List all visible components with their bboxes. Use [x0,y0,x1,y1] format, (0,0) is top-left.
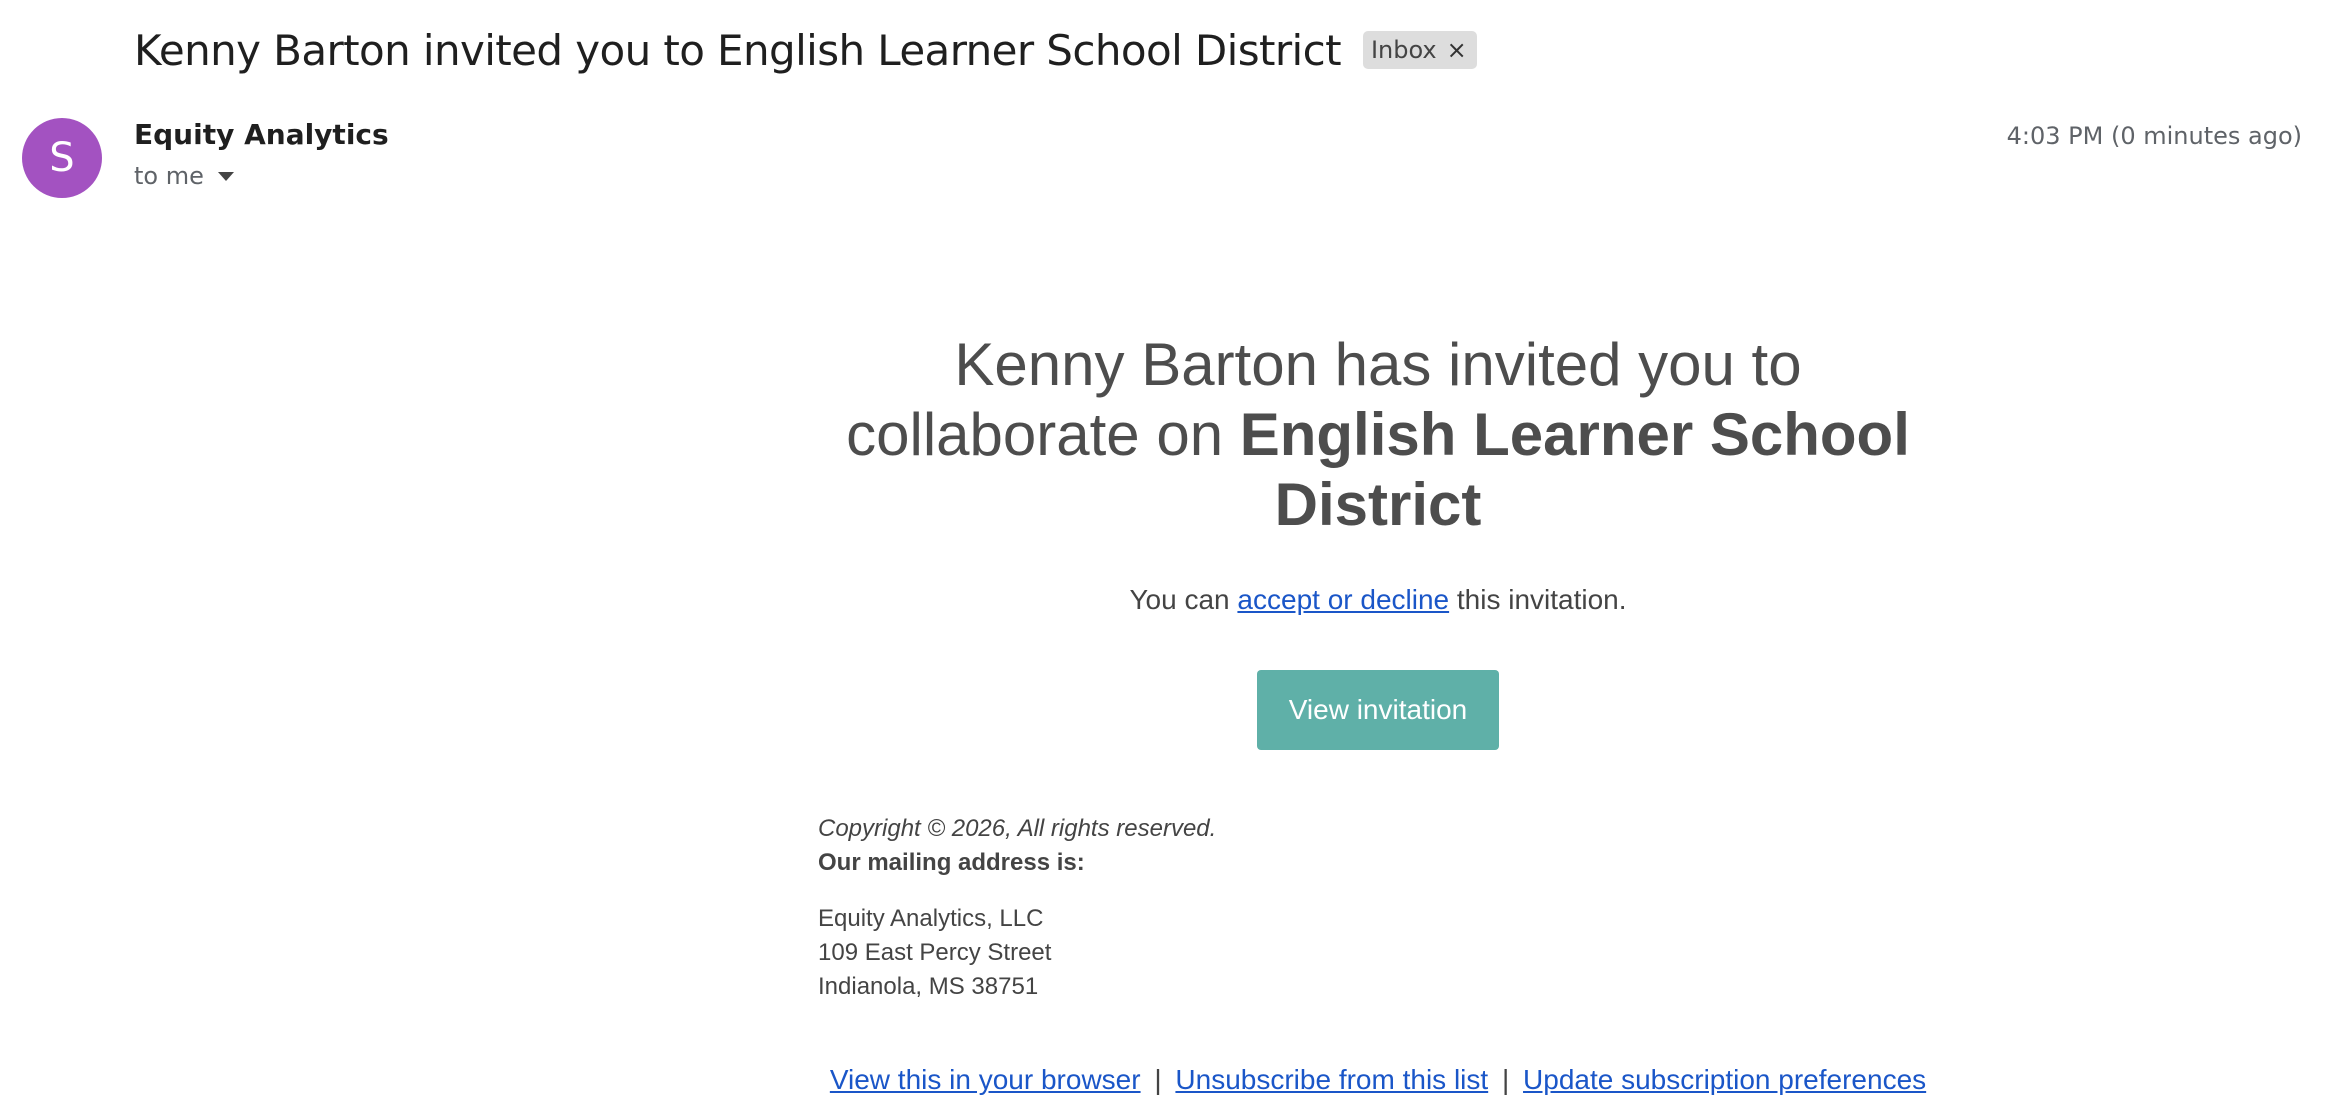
invitation-headline: Kenny Barton has invited you to collabor… [818,330,1938,540]
address-line: Indianola, MS 38751 [818,973,1039,1000]
inbox-label-text: Inbox [1370,36,1437,64]
copyright-text: Copyright © 2026, All rights reserved. [818,815,1217,842]
remove-label-icon[interactable]: × [1447,36,1467,64]
address-line: Equity Analytics, LLC [818,905,1044,932]
sender-name[interactable]: Equity Analytics [134,118,389,151]
sender-avatar[interactable]: S [22,118,102,198]
address-line: 109 East Percy Street [818,939,1052,966]
inbox-label-chip[interactable]: Inbox × [1362,31,1477,69]
project-name: English Learner School District [1239,401,1910,538]
mailing-address-heading: Our mailing address is: [818,849,1085,876]
mailing-address: Equity Analytics, LLC 109 East Percy Str… [818,902,1938,1004]
email-subject: Kenny Barton invited you to English Lear… [134,25,1342,75]
link-separator: | [1154,1064,1162,1095]
email-footer: Copyright © 2026, All rights reserved. O… [818,812,1938,1004]
link-separator: | [1501,1064,1510,1095]
update-preferences-link[interactable]: Update subscription preferences [1523,1064,1926,1095]
button-wrap: View invitation [818,670,1938,750]
footer-links: View this in your browser | Unsubscribe … [818,1064,1938,1096]
email-body: Kenny Barton has invited you to collabor… [818,330,1938,1096]
recipient-text: to me [134,162,204,190]
invite-text-after: this invitation. [1456,584,1627,615]
chevron-down-icon[interactable] [217,171,234,181]
unsubscribe-link[interactable]: Unsubscribe from this list [1175,1064,1488,1095]
recipient-details-toggle[interactable]: to me [134,162,234,190]
accept-decline-link[interactable]: accept or decline [1237,584,1449,615]
subject-row: Kenny Barton invited you to English Lear… [134,22,1477,78]
view-invitation-button[interactable]: View invitation [1257,670,1499,750]
view-in-browser-link[interactable]: View this in your browser [830,1064,1141,1095]
invite-line: You can accept or decline this invitatio… [818,584,1938,616]
invite-text-before: You can [1129,584,1230,615]
email-timestamp: 4:03 PM (0 minutes ago) [2006,122,2302,150]
